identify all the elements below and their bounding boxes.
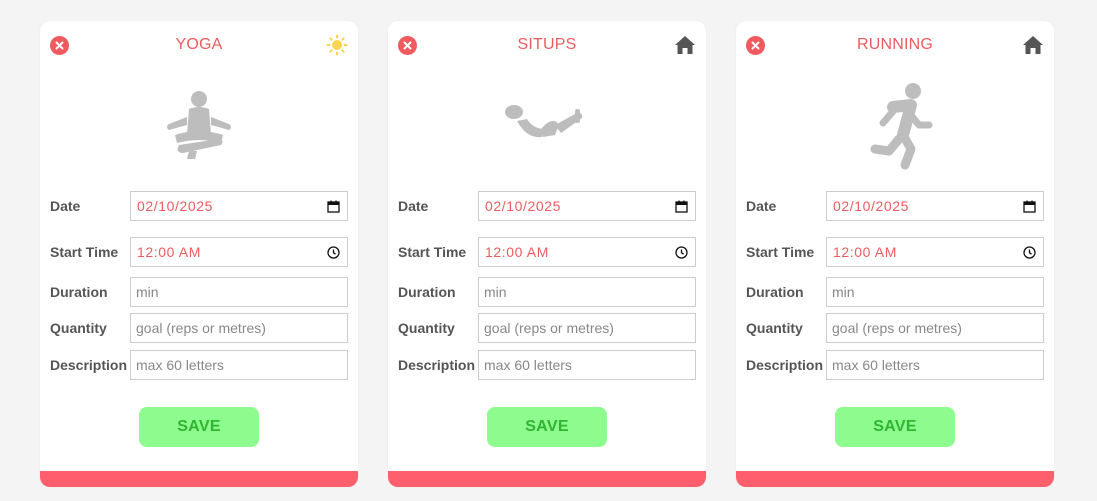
clock-icon[interactable] xyxy=(675,246,688,259)
description-row: Description max 60 letters xyxy=(50,350,348,380)
quantity-label: Quantity xyxy=(746,320,803,336)
clock-icon[interactable] xyxy=(1023,246,1036,259)
calendar-icon[interactable] xyxy=(675,200,688,213)
quantity-row: Quantity goal (reps or metres) xyxy=(746,313,1044,343)
quantity-input[interactable]: goal (reps or metres) xyxy=(130,313,348,343)
home-icon[interactable] xyxy=(674,34,696,56)
quantity-input[interactable]: goal (reps or metres) xyxy=(826,313,1044,343)
duration-label: Duration xyxy=(398,284,456,300)
description-placeholder: max 60 letters xyxy=(136,357,224,373)
quantity-input[interactable]: goal (reps or metres) xyxy=(478,313,696,343)
description-row: Description max 60 letters xyxy=(746,350,1044,380)
duration-row: Duration min xyxy=(398,277,696,307)
duration-input[interactable]: min xyxy=(130,277,348,307)
card-bottom-bar xyxy=(40,471,358,487)
duration-input[interactable]: min xyxy=(478,277,696,307)
clock-icon[interactable] xyxy=(327,246,340,259)
card-bottom-bar xyxy=(736,471,1054,487)
duration-row: Duration min xyxy=(50,277,348,307)
quantity-row: Quantity goal (reps or metres) xyxy=(50,313,348,343)
activity-card-running: RUNNING Date 02/10/2025 Start Time 12:00… xyxy=(736,21,1054,487)
running-icon xyxy=(845,79,945,179)
date-input[interactable]: 02/10/2025 xyxy=(478,191,696,221)
start-time-row: Start Time 12:00 AM xyxy=(398,237,696,267)
save-button[interactable]: SAVE xyxy=(835,407,955,447)
quantity-placeholder: goal (reps or metres) xyxy=(136,320,266,336)
duration-placeholder: min xyxy=(484,284,507,300)
save-button[interactable]: SAVE xyxy=(487,407,607,447)
save-button[interactable]: SAVE xyxy=(139,407,259,447)
start-time-value: 12:00 AM xyxy=(137,244,201,260)
description-label: Description xyxy=(50,357,128,373)
quantity-row: Quantity goal (reps or metres) xyxy=(398,313,696,343)
card-title: SITUPS xyxy=(517,36,577,53)
date-label: Date xyxy=(746,198,777,214)
description-placeholder: max 60 letters xyxy=(832,357,920,373)
activity-card-situps: SITUPS Date 02/10/2025 Start Time 12:00 … xyxy=(388,21,706,487)
start-time-label: Start Time xyxy=(50,244,119,260)
start-time-row: Start Time 12:00 AM xyxy=(746,237,1044,267)
start-time-value: 12:00 AM xyxy=(485,244,549,260)
start-time-label: Start Time xyxy=(746,244,815,260)
start-time-input[interactable]: 12:00 AM xyxy=(130,237,348,267)
duration-placeholder: min xyxy=(832,284,855,300)
duration-label: Duration xyxy=(50,284,108,300)
quantity-placeholder: goal (reps or metres) xyxy=(484,320,614,336)
date-row: Date 02/10/2025 xyxy=(398,191,696,221)
situps-icon xyxy=(497,79,597,179)
start-time-row: Start Time 12:00 AM xyxy=(50,237,348,267)
home-icon[interactable] xyxy=(1022,34,1044,56)
yoga-pose-icon xyxy=(149,79,249,179)
start-time-input[interactable]: 12:00 AM xyxy=(826,237,1044,267)
card-bottom-bar xyxy=(388,471,706,487)
quantity-placeholder: goal (reps or metres) xyxy=(832,320,962,336)
description-input[interactable]: max 60 letters xyxy=(130,350,348,380)
start-time-label: Start Time xyxy=(398,244,467,260)
date-row: Date 02/10/2025 xyxy=(50,191,348,221)
date-value: 02/10/2025 xyxy=(485,198,562,214)
date-row: Date 02/10/2025 xyxy=(746,191,1044,221)
start-time-value: 12:00 AM xyxy=(833,244,897,260)
date-value: 02/10/2025 xyxy=(833,198,910,214)
description-label: Description xyxy=(398,357,476,373)
date-value: 02/10/2025 xyxy=(137,198,214,214)
description-row: Description max 60 letters xyxy=(398,350,696,380)
activity-card-yoga: YOGA Date 02/10/2025 Start Time 12:00 AM… xyxy=(40,21,358,487)
description-input[interactable]: max 60 letters xyxy=(826,350,1044,380)
card-title: RUNNING xyxy=(856,36,934,53)
date-input[interactable]: 02/10/2025 xyxy=(130,191,348,221)
date-label: Date xyxy=(398,198,429,214)
quantity-label: Quantity xyxy=(398,320,455,336)
description-input[interactable]: max 60 letters xyxy=(478,350,696,380)
description-label: Description xyxy=(746,357,824,373)
quantity-label: Quantity xyxy=(50,320,107,336)
duration-label: Duration xyxy=(746,284,804,300)
start-time-input[interactable]: 12:00 AM xyxy=(478,237,696,267)
calendar-icon[interactable] xyxy=(1023,200,1036,213)
date-input[interactable]: 02/10/2025 xyxy=(826,191,1044,221)
calendar-icon[interactable] xyxy=(327,200,340,213)
duration-input[interactable]: min xyxy=(826,277,1044,307)
sun-icon[interactable] xyxy=(326,34,348,56)
card-title: YOGA xyxy=(175,36,223,53)
description-placeholder: max 60 letters xyxy=(484,357,572,373)
duration-placeholder: min xyxy=(136,284,159,300)
date-label: Date xyxy=(50,198,81,214)
duration-row: Duration min xyxy=(746,277,1044,307)
